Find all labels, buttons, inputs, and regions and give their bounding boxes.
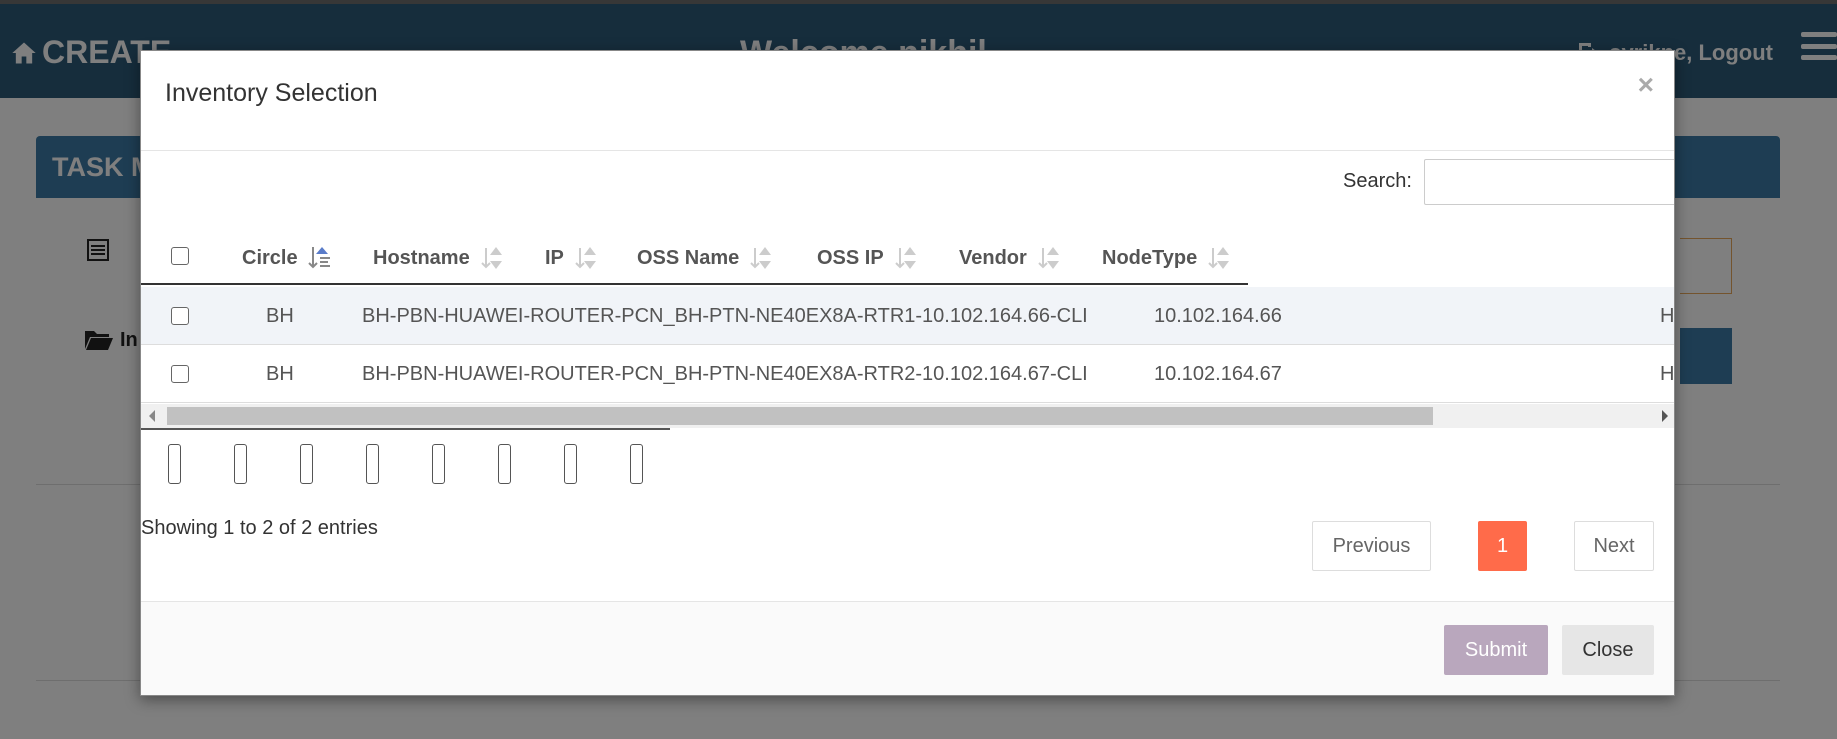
- sort-both-icon: [480, 245, 504, 271]
- sort-asc-icon: [307, 245, 332, 271]
- pagination-previous-button[interactable]: Previous: [1312, 521, 1431, 571]
- table-header: Circle Hostname IP OSS Name OSS IP Vendo…: [141, 229, 1248, 285]
- sort-both-icon: [749, 245, 773, 271]
- cell-ip: 10.102.164.67: [1154, 363, 1282, 385]
- select-all-checkbox[interactable]: [171, 247, 189, 265]
- column-header-vendor[interactable]: Vendor: [959, 245, 1061, 271]
- cell-hostname: BH-PBN-HUAWEI-ROUTER-PCN_BH-PTN-NE40EX8A…: [362, 305, 1088, 327]
- cell-circle: BH: [266, 363, 294, 385]
- close-button[interactable]: Close: [1562, 625, 1654, 675]
- table-row[interactable]: BH BH-PBN-HUAWEI-ROUTER-PCN_BH-PTN-NE40E…: [141, 345, 1675, 403]
- modal-footer: Submit Close: [141, 601, 1674, 695]
- scroll-left-arrow-icon[interactable]: [149, 410, 155, 422]
- table-info: Showing 1 to 2 of 2 entries: [141, 517, 378, 539]
- column-header-circle[interactable]: Circle: [242, 245, 332, 271]
- pagination-page-button[interactable]: 1: [1478, 521, 1527, 571]
- cell-ip: 10.102.164.66: [1154, 305, 1282, 327]
- cell-hostname: BH-PBN-HUAWEI-ROUTER-PCN_BH-PTN-NE40EX8A…: [362, 363, 1088, 385]
- search-input[interactable]: [1424, 159, 1674, 205]
- table-row[interactable]: BH BH-PBN-HUAWEI-ROUTER-PCN_BH-PTN-NE40E…: [141, 287, 1675, 345]
- column-header-nodetype[interactable]: NodeType: [1102, 245, 1231, 271]
- search-row: Search:: [141, 159, 1674, 205]
- horizontal-scrollbar[interactable]: [141, 404, 1674, 428]
- column-filter-input[interactable]: [300, 444, 313, 484]
- row-checkbox[interactable]: [171, 307, 189, 325]
- modal-title: Inventory Selection: [165, 79, 378, 107]
- row-checkbox[interactable]: [171, 365, 189, 383]
- sort-both-icon: [1207, 245, 1231, 271]
- column-filter-input[interactable]: [234, 444, 247, 484]
- column-header-oss-name[interactable]: OSS Name: [637, 245, 773, 271]
- submit-button[interactable]: Submit: [1444, 625, 1548, 675]
- scroll-right-arrow-icon[interactable]: [1662, 410, 1668, 422]
- cell-truncated: H: [1660, 305, 1675, 327]
- column-filter-input[interactable]: [366, 444, 379, 484]
- close-icon[interactable]: ×: [1638, 71, 1654, 99]
- pagination-next-button[interactable]: Next: [1574, 521, 1654, 571]
- column-header-oss-ip[interactable]: OSS IP: [817, 245, 918, 271]
- column-header-ip[interactable]: IP: [545, 245, 598, 271]
- column-filter-input[interactable]: [564, 444, 577, 484]
- sort-both-icon: [574, 245, 598, 271]
- search-label: Search:: [1343, 170, 1412, 192]
- column-filter-input[interactable]: [168, 444, 181, 484]
- column-filter-input[interactable]: [432, 444, 445, 484]
- footer-rule: [141, 428, 670, 430]
- column-filter-input[interactable]: [630, 444, 643, 484]
- cell-circle: BH: [266, 305, 294, 327]
- sort-both-icon: [894, 245, 918, 271]
- scrollbar-thumb[interactable]: [167, 407, 1433, 425]
- column-filter-input[interactable]: [498, 444, 511, 484]
- modal-header: Inventory Selection ×: [141, 51, 1674, 151]
- sort-both-icon: [1037, 245, 1061, 271]
- inventory-selection-modal: Inventory Selection × Search: Circle Hos…: [140, 50, 1675, 696]
- column-header-hostname[interactable]: Hostname: [373, 245, 504, 271]
- cell-truncated: H: [1660, 363, 1675, 385]
